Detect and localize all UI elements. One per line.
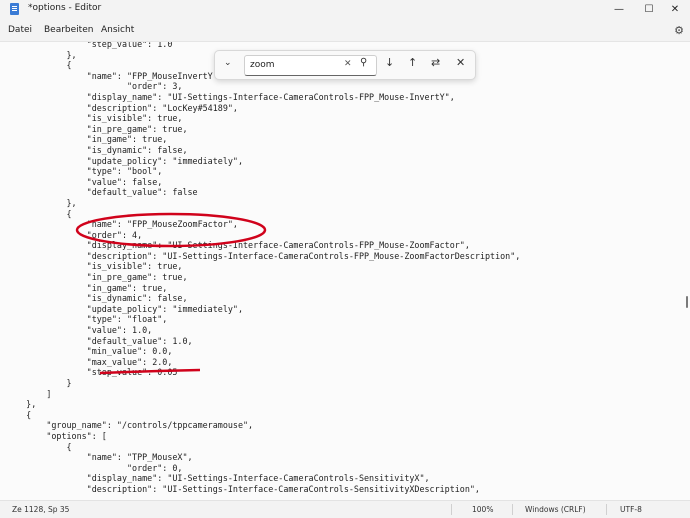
code-line[interactable]: "value": false, xyxy=(6,177,520,188)
clear-icon[interactable]: ✕ xyxy=(344,59,352,69)
title-bar: *options - Editor — ☐ ✕ xyxy=(0,0,690,18)
search-input[interactable] xyxy=(250,58,338,71)
code-line[interactable]: }, xyxy=(6,198,520,209)
line-ending: Windows (CRLF) xyxy=(525,505,586,514)
menu-bar: Datei Bearbeiten Ansicht ⚙ xyxy=(0,22,690,40)
code-line[interactable]: "is_visible": true, xyxy=(6,261,520,272)
code-line[interactable]: "group_name": "/controls/tppcameramouse"… xyxy=(6,420,520,431)
code-line[interactable]: "min_value": 0.0, xyxy=(6,346,520,357)
code-line[interactable]: "in_pre_game": true, xyxy=(6,272,520,283)
find-next-button[interactable]: ↓ xyxy=(385,57,394,69)
status-divider xyxy=(451,504,452,515)
code-line[interactable]: "description": "LocKey#54189", xyxy=(6,103,520,114)
code-line[interactable]: "in_game": true, xyxy=(6,283,520,294)
minimize-button[interactable]: — xyxy=(604,0,634,18)
find-field[interactable]: ✕ ⚲ xyxy=(244,55,377,76)
code-line[interactable]: "in_game": true, xyxy=(6,134,520,145)
code-line[interactable]: "name": "TPP_MouseX", xyxy=(6,452,520,463)
code-line[interactable]: "step_value": 0.05 xyxy=(6,367,520,378)
text-editor[interactable]: "step_value": 1.0 }, { "name": "FPP_Mous… xyxy=(0,41,690,500)
code-line[interactable]: "description": "UI-Settings-Interface-Ca… xyxy=(6,251,521,262)
find-panel: ⌄ ✕ ⚲ ↓ ↑ ⇄ ✕ xyxy=(214,50,476,80)
code-line[interactable]: "in_pre_game": true, xyxy=(6,124,520,135)
close-button[interactable]: ✕ xyxy=(660,0,690,18)
code-line[interactable]: "is_dynamic": false, xyxy=(6,145,520,156)
find-previous-button[interactable]: ↑ xyxy=(408,57,417,69)
status-divider xyxy=(606,504,607,515)
code-line[interactable]: "update_policy": "immediately", xyxy=(6,304,520,315)
menu-file[interactable]: Datei xyxy=(8,25,32,35)
code-line[interactable]: { xyxy=(6,442,520,453)
code-line[interactable]: "order": 3, xyxy=(6,81,520,92)
zoom-level: 100% xyxy=(472,505,494,514)
scrollbar-thumb[interactable] xyxy=(686,296,688,308)
code-line[interactable]: { xyxy=(6,410,520,421)
find-options-icon[interactable]: ⇄ xyxy=(431,57,440,69)
cursor-position: Ze 1128, Sp 35 xyxy=(12,505,70,514)
code-line[interactable]: "update_policy": "immediately", xyxy=(6,156,520,167)
chevron-down-icon[interactable]: ⌄ xyxy=(224,58,232,68)
gear-icon[interactable]: ⚙ xyxy=(674,24,684,37)
code-line[interactable]: "is_dynamic": false, xyxy=(6,293,520,304)
code-line[interactable]: }, xyxy=(6,399,520,410)
code-line[interactable]: "is_visible": true, xyxy=(6,113,520,124)
code-line[interactable]: } xyxy=(6,378,520,389)
code-line[interactable]: "value": 1.0, xyxy=(6,325,520,336)
code-line[interactable]: { xyxy=(6,209,520,220)
code-line[interactable]: "name": "FPP_MouseZoomFactor", xyxy=(6,219,520,230)
code-line[interactable]: "display_name": "UI-Settings-Interface-C… xyxy=(6,92,520,103)
status-divider xyxy=(512,504,513,515)
code-line[interactable]: "default_value": 1.0, xyxy=(6,336,520,347)
code-line[interactable]: "display_name": "UI-Settings-Interface-C… xyxy=(6,473,520,484)
encoding: UTF-8 xyxy=(620,505,642,514)
code-line[interactable]: "order": 0, xyxy=(6,463,520,474)
code-line[interactable]: "max_value": 2.0, xyxy=(6,357,520,368)
menu-edit[interactable]: Bearbeiten xyxy=(44,25,93,35)
code-line[interactable]: "default_value": false xyxy=(6,187,520,198)
code-line[interactable]: "display_name": "UI-Settings-Interface-C… xyxy=(6,240,520,251)
code-line[interactable]: "type": "bool", xyxy=(6,166,520,177)
notepad-icon xyxy=(10,3,19,15)
menu-view[interactable]: Ansicht xyxy=(101,25,134,35)
code-line[interactable]: "description": "UI-Settings-Interface-Ca… xyxy=(6,484,520,495)
window-title: *options - Editor xyxy=(28,3,102,13)
close-find-button[interactable]: ✕ xyxy=(456,57,465,69)
code-content[interactable]: "step_value": 1.0 }, { "name": "FPP_Mous… xyxy=(6,42,521,495)
search-icon[interactable]: ⚲ xyxy=(360,57,367,68)
status-bar: Ze 1128, Sp 35 100% Windows (CRLF) UTF-8 xyxy=(0,500,690,518)
code-line[interactable]: "type": "float", xyxy=(6,314,520,325)
code-line[interactable]: ] xyxy=(6,389,520,400)
code-line[interactable]: "options": [ xyxy=(6,431,520,442)
code-line[interactable]: "order": 4, xyxy=(6,230,520,241)
code-line[interactable]: "step_value": 1.0 xyxy=(6,42,520,50)
